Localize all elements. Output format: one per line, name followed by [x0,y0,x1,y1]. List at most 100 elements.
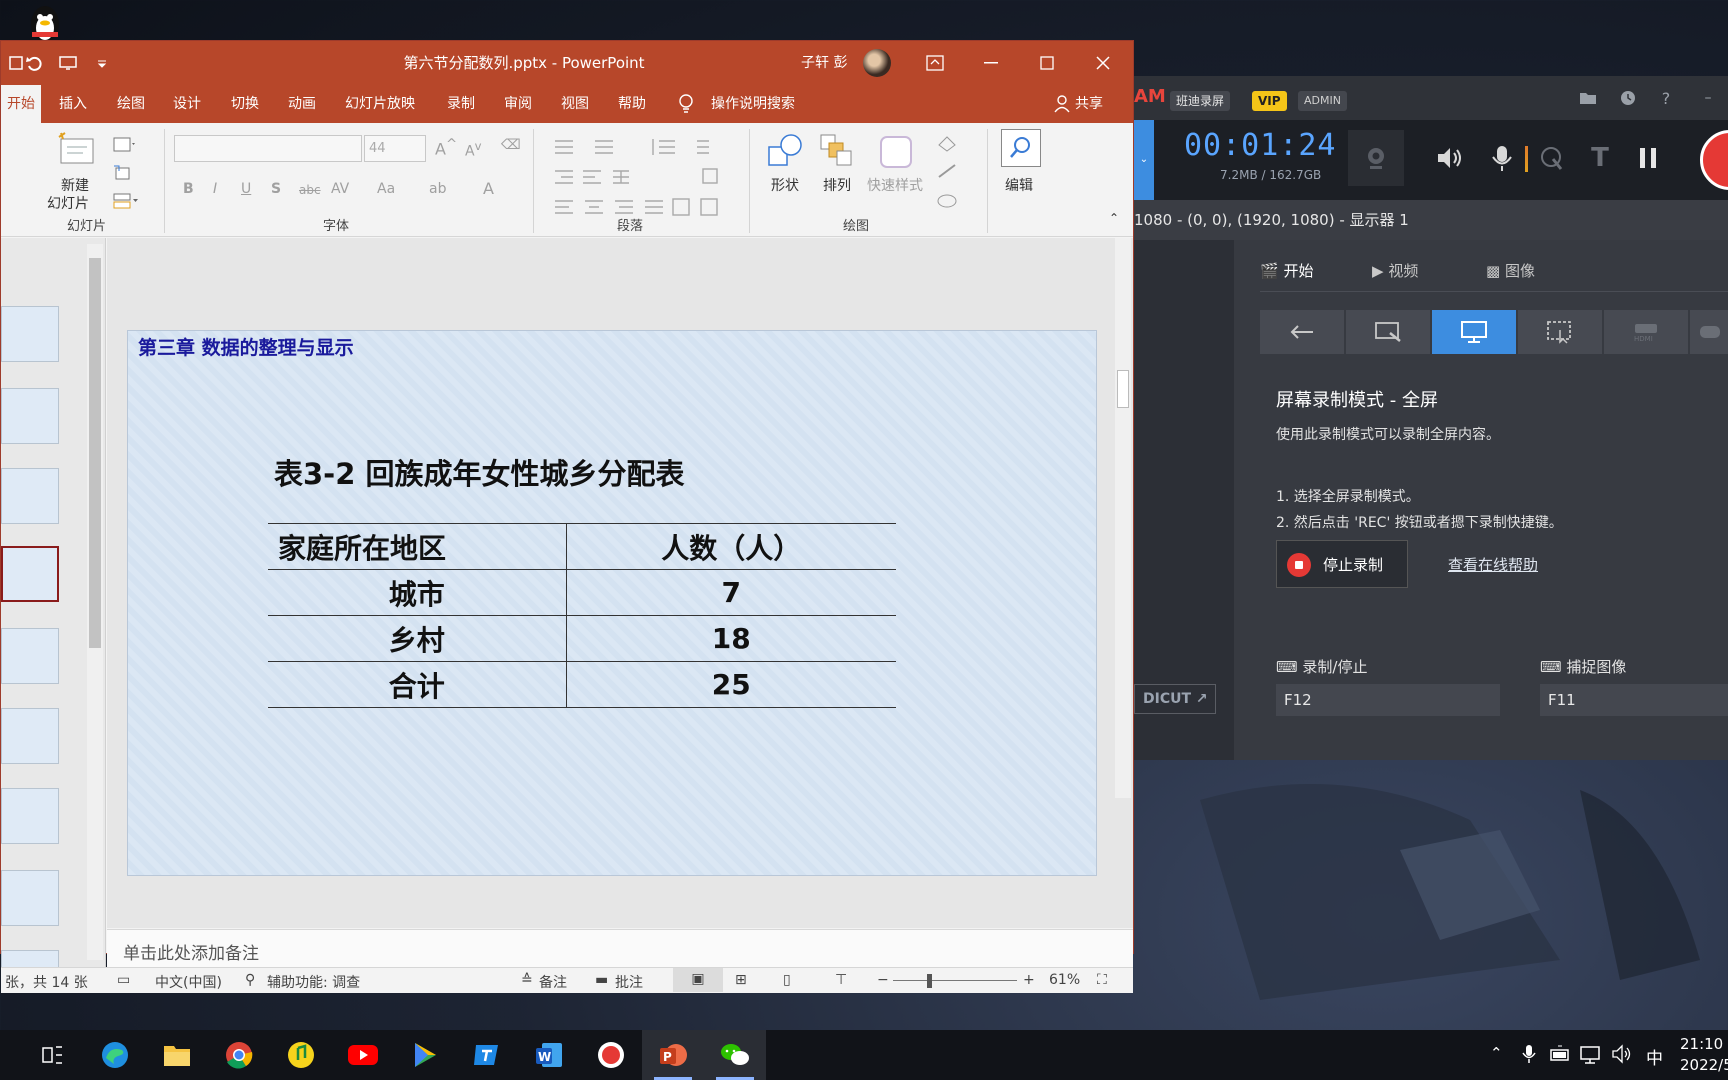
stop-record-button[interactable] [1700,130,1728,190]
tab-transitions[interactable]: 切换 [231,85,259,123]
online-help-link[interactable]: 查看在线帮助 [1448,554,1538,575]
font-size-input[interactable]: 44 [364,135,426,162]
tab-home[interactable]: 开始 [1,85,41,123]
comments-icon[interactable]: ▬ [595,972,608,988]
file-explorer-icon[interactable] [146,1030,208,1080]
stop-recording-button[interactable]: 停止录制 [1276,540,1408,588]
user-name[interactable]: 子轩 彭 [801,41,847,85]
zoom-out-icon[interactable]: − [877,972,889,988]
timer-icon[interactable] [1608,78,1648,118]
chrome-icon[interactable] [208,1030,270,1080]
normal-view-icon[interactable]: ▣ [673,968,723,992]
new-slide-label-1[interactable]: 新建 [61,175,89,195]
close-icon[interactable] [1077,41,1129,85]
slide-sorter-icon[interactable]: ⊞ [735,972,747,988]
grow-font-icon[interactable]: A^ [435,137,457,158]
speaker-icon[interactable] [1430,138,1470,178]
tab-video[interactable]: ▶ 视频 [1372,260,1418,281]
bold-icon[interactable]: B [183,181,194,197]
thumbnail-7[interactable] [1,788,59,844]
share-button[interactable]: 共享 [1075,85,1103,123]
undo-icon[interactable] [21,41,47,85]
collapse-ribbon-icon[interactable]: ⌃ [1109,211,1119,225]
text-overlay-icon[interactable]: T [1580,138,1620,178]
customize-qat-icon[interactable] [89,41,115,85]
shape-fill-outline-effects-icons[interactable] [935,133,975,213]
quick-styles-icon[interactable] [877,131,917,171]
hotkey-record-input[interactable]: F12 [1276,684,1500,716]
notes-toggle-icon[interactable]: ≙ [521,972,533,988]
spelling-icon[interactable]: ▭ [117,972,130,988]
shapes-label[interactable]: 形状 [771,175,799,195]
shadow-icon[interactable]: S [271,181,281,197]
minimize-icon[interactable] [965,41,1017,85]
paragraph-icons[interactable] [549,137,729,221]
tab-animations[interactable]: 动画 [288,85,316,123]
tab-insert[interactable]: 插入 [59,85,87,123]
accessibility-icon[interactable]: ⚲ [245,972,255,988]
accessibility-status[interactable]: 辅助功能: 调查 [267,972,360,992]
thumbnail-5[interactable] [1,628,59,684]
help-icon[interactable]: ? [1646,78,1686,118]
tab-home[interactable]: 🎬 开始 [1260,260,1313,281]
webcam-icon[interactable] [1348,130,1404,186]
play-store-icon[interactable] [394,1030,456,1080]
table-cell[interactable]: 城市 [268,569,567,616]
arrange-label[interactable]: 排列 [823,175,851,195]
table-header-cell[interactable]: 人数（人） [566,523,896,570]
music-app-icon[interactable] [270,1030,332,1080]
fullscreen-mode-icon[interactable] [1432,310,1516,354]
share-user-icon[interactable] [1053,85,1071,123]
thumbnail-8[interactable] [1,870,59,926]
tab-slideshow[interactable]: 幻灯片放映 [345,85,415,123]
table-header-cell[interactable]: 家庭所在地区 [268,523,567,570]
thumbnail-9[interactable] [1,950,59,968]
thumbnail-6[interactable] [1,708,59,764]
minimize-icon[interactable]: – [1688,78,1728,118]
shapes-icon[interactable] [765,131,805,171]
thumbnail-1[interactable] [1,306,59,362]
slide-scroll-thumb[interactable] [1117,370,1129,408]
tab-record[interactable]: 录制 [447,85,475,123]
table-cell[interactable]: 合计 [268,661,567,708]
slideshow-view-icon[interactable]: ⊤ [835,972,847,988]
slide-count[interactable]: 张，共 14 张 [5,972,88,992]
microphone-icon[interactable] [1482,138,1522,178]
highlight-icon[interactable]: ab [429,181,446,197]
notes-pane[interactable]: 单击此处添加备注 [107,929,1133,967]
slide-canvas[interactable]: 第三章 数据的整理与显示 表3-2 回族成年女性城乡分配表 家庭所在地区 人数（… [127,330,1097,876]
pause-icon[interactable] [1628,138,1668,178]
reset-icon[interactable] [113,165,131,181]
thumbnail-3[interactable] [1,468,59,524]
ime-indicator[interactable]: 中 [1646,1044,1663,1069]
italic-icon[interactable]: I [213,181,217,197]
underline-icon[interactable]: U [241,181,251,197]
shrink-font-icon[interactable]: Av [465,139,481,160]
bandicam-taskbar-icon[interactable] [580,1030,642,1080]
edge-icon[interactable] [84,1030,146,1080]
thumbnail-2[interactable] [1,388,59,444]
folder-icon[interactable] [1568,78,1608,118]
table-cell[interactable]: 7 [566,569,896,616]
mode-dropdown-icon[interactable]: ⌄ [1134,120,1154,200]
comments-toggle[interactable]: 批注 [615,972,643,992]
cursor-highlight-icon[interactable] [1532,138,1572,178]
system-clock[interactable]: 21:10 2022/5 [1680,1034,1728,1076]
slide-title[interactable]: 表3-2 回族成年女性城乡分配表 [274,451,685,493]
notes-placeholder[interactable]: 单击此处添加备注 [123,939,259,964]
tab-draw[interactable]: 绘图 [117,85,145,123]
table-cell[interactable]: 25 [566,661,896,708]
distribution-table[interactable]: 家庭所在地区 人数（人） 城市 7 乡村 18 合计 25 [268,523,896,708]
char-spacing-icon[interactable]: AV [331,181,349,197]
font-name-input[interactable] [174,135,362,162]
edit-label[interactable]: 编辑 [1005,175,1033,195]
video-app-icon[interactable] [332,1030,394,1080]
font-color-icon[interactable]: A [483,179,494,198]
battery-icon[interactable] [1550,1044,1572,1064]
translate-icon[interactable] [456,1030,518,1080]
strikethrough-icon[interactable]: abc [299,183,321,197]
find-icon[interactable] [1001,129,1041,167]
zoom-slider[interactable] [893,980,1017,981]
start-from-beginning-icon[interactable] [55,41,81,85]
change-case-icon[interactable]: Aa [377,181,395,197]
